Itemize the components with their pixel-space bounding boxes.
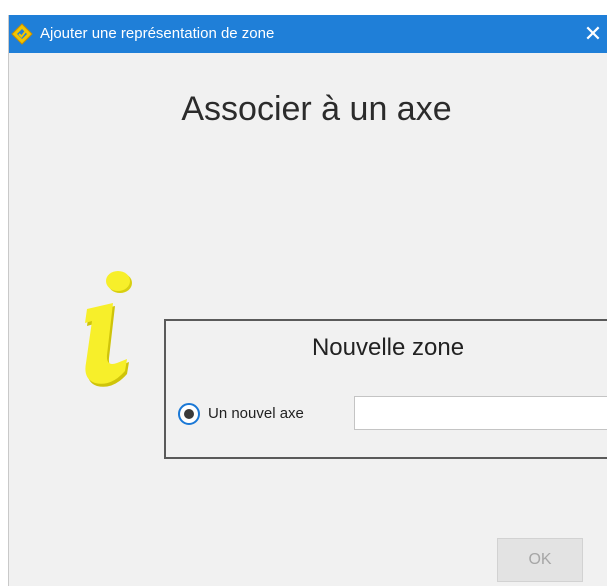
new-axis-radio[interactable] xyxy=(178,403,200,425)
new-axis-label[interactable]: Un nouvel axe xyxy=(208,405,304,423)
information-icon xyxy=(73,263,143,403)
new-zone-group: Nouvelle zone Un nouvel axe xyxy=(164,319,607,459)
window-title: Ajouter une représentation de zone xyxy=(40,25,275,42)
diamond-logo-icon xyxy=(11,23,33,45)
dialog-window: Ajouter une représentation de zone ✕ Ass… xyxy=(8,15,607,586)
title-bar: Ajouter une représentation de zone ✕ xyxy=(9,15,607,53)
group-title: Nouvelle zone xyxy=(311,334,465,361)
ok-button[interactable]: OK xyxy=(497,538,583,582)
close-icon[interactable]: ✕ xyxy=(578,15,607,53)
page-title: Associer à un axe xyxy=(181,90,452,128)
radio-selected-dot xyxy=(184,409,194,419)
new-axis-name-input[interactable] xyxy=(354,396,607,430)
